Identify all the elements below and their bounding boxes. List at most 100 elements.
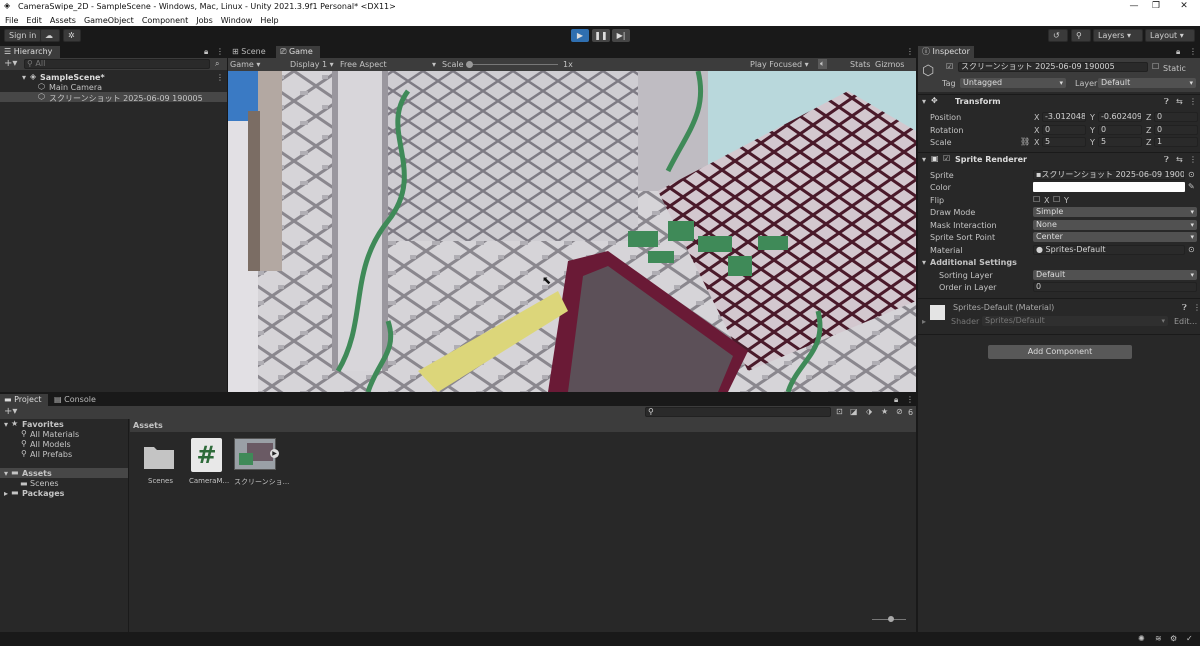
expand-arrow-icon[interactable]: ▾ (922, 155, 926, 164)
expand-arrow-icon[interactable]: ▾ (922, 97, 926, 106)
position-x-field[interactable]: -3.012048 (1042, 112, 1086, 122)
gizmos-button[interactable]: Gizmos (875, 60, 904, 69)
constrain-proportions-icon[interactable]: ⛓ (1020, 137, 1030, 146)
more-icon[interactable]: ⋮ (1189, 155, 1197, 164)
cloud-button[interactable]: ☁ (40, 29, 60, 42)
search-by-type-icon[interactable]: ⊡ (836, 408, 843, 416)
menu-jobs[interactable]: Jobs (196, 16, 213, 25)
lock-icon[interactable]: 🔒︎ (894, 396, 898, 404)
add-icon[interactable]: +▾ (4, 59, 17, 69)
tab-scene[interactable]: ⊞ Scene (228, 46, 274, 58)
position-y-field[interactable]: -0.602409 (1098, 112, 1142, 122)
layer-dropdown[interactable]: Default (1098, 78, 1196, 88)
material-field[interactable]: ● Sprites-Default (1033, 245, 1185, 255)
search-button[interactable]: ⚲ (1071, 29, 1091, 42)
tag-dropdown[interactable]: Untagged (960, 78, 1066, 88)
tab-hierarchy[interactable]: ☰ Hierarchy (0, 46, 60, 58)
shader-dropdown[interactable]: Sprites/Default (982, 316, 1168, 326)
stats-button[interactable]: Stats (850, 60, 870, 69)
hierarchy-item-main-camera[interactable]: ⬡ Main Camera (0, 82, 227, 92)
preset-icon[interactable]: ⇆ (1176, 155, 1183, 164)
hidden-packages-icon[interactable]: ⊘ (896, 408, 903, 416)
expand-arrow-icon[interactable]: ▸ (922, 317, 926, 326)
tab-project[interactable]: ▬ Project (0, 394, 48, 406)
sprite-field[interactable]: ▪スクリーンショット 2025-06-09 190005 (1033, 170, 1185, 180)
expand-arrow-icon[interactable]: ▸ (4, 489, 8, 498)
favorite-item[interactable]: All Materials (30, 430, 79, 439)
flip-y-checkbox[interactable]: ☐ (1053, 195, 1060, 204)
settings-icon[interactable]: ⚙ (1170, 635, 1177, 643)
folder-row-assets[interactable]: ▾ ▬ Assets (0, 468, 128, 478)
active-checkbox[interactable]: ☑ (946, 63, 953, 71)
help-icon[interactable]: ❓︎ (1164, 97, 1169, 107)
asset-item[interactable]: # CameraM... (186, 438, 229, 491)
scene-menu-icon[interactable]: ⋮ (216, 73, 224, 82)
object-picker-icon[interactable]: ⊙ (1188, 170, 1195, 179)
search-by-label-icon[interactable]: ◪ (850, 408, 858, 416)
step-button[interactable]: ▶| (612, 29, 630, 42)
filter-icon[interactable]: ⌕ (215, 60, 219, 68)
component-enabled-checkbox[interactable]: ☑ (943, 154, 950, 163)
help-icon[interactable]: ❓︎ (1182, 303, 1187, 313)
object-name-field[interactable]: スクリーンショット 2025-06-09 190005 (958, 62, 1148, 72)
scale-x-field[interactable]: 5 (1042, 137, 1086, 147)
hierarchy-scene-row[interactable]: ▾ ◈ SampleScene* ⋮ (0, 72, 227, 82)
layout-dropdown[interactable]: Layout ▾ (1145, 29, 1195, 42)
more-icon[interactable]: ⋮ (216, 48, 224, 56)
more-icon[interactable]: ⋮ (906, 48, 914, 56)
favorite-item[interactable]: All Prefabs (30, 450, 72, 459)
more-icon[interactable]: ⋮ (1189, 97, 1197, 106)
display-dropdown[interactable]: Display 1 ▾ (290, 60, 334, 69)
favorites-label[interactable]: Favorites (22, 420, 64, 429)
game-mode-dropdown[interactable]: Game ▾ (230, 60, 260, 69)
breadcrumb-assets[interactable]: Assets (133, 421, 163, 430)
position-z-field[interactable]: 0 (1154, 112, 1198, 122)
minimize-button[interactable]: — (1128, 1, 1140, 11)
mute-audio-icon[interactable]: 🔈︎ (818, 59, 827, 69)
menu-window[interactable]: Window (221, 16, 253, 25)
tab-game[interactable]: ⎚ Game (276, 46, 320, 58)
menu-assets[interactable]: Assets (50, 16, 76, 25)
rotation-y-field[interactable]: 0 (1098, 125, 1142, 135)
favorite-item[interactable]: All Models (30, 440, 71, 449)
maximize-button[interactable]: ❐ (1150, 1, 1162, 11)
cache-server-icon[interactable]: ≋ (1155, 635, 1162, 643)
collab-button[interactable]: ✲ (63, 29, 81, 42)
checkmark-icon[interactable]: ✓ (1186, 635, 1193, 643)
close-button[interactable]: ✕ (1178, 1, 1190, 11)
thumbnail-size-slider-handle[interactable] (888, 616, 894, 622)
static-checkbox[interactable]: ☐ (1152, 63, 1159, 71)
game-render-view[interactable]: ⬉ (228, 71, 916, 392)
play-focused-dropdown[interactable]: Play Focused ▾ (750, 60, 809, 69)
packages-folder-label[interactable]: Packages (22, 489, 64, 498)
rotation-x-field[interactable]: 0 (1042, 125, 1086, 135)
hierarchy-search-input[interactable]: ⚲ All (24, 59, 210, 69)
sprite-sort-point-dropdown[interactable]: Center (1033, 232, 1197, 242)
mask-interaction-dropdown[interactable]: None (1033, 220, 1197, 230)
tab-inspector[interactable]: ⓘ Inspector (918, 46, 974, 58)
scale-slider[interactable] (466, 61, 558, 68)
additional-settings-foldout[interactable]: Additional Settings (930, 258, 1017, 267)
rotation-z-field[interactable]: 0 (1154, 125, 1198, 135)
expand-arrow-icon[interactable]: ▾ (922, 258, 926, 267)
more-icon[interactable]: ⋮ (906, 396, 914, 404)
favorite-star-icon[interactable]: ★ (881, 408, 888, 416)
add-component-button[interactable]: Add Component (988, 345, 1132, 359)
menu-edit[interactable]: Edit (26, 16, 42, 25)
transform-header[interactable]: ▾ ✥ Transform ❓︎ ⇆ ⋮ (918, 95, 1200, 108)
hierarchy-item-screenshot[interactable]: ⬡ スクリーンショット 2025-06-09 190005 (0, 92, 227, 103)
pause-button[interactable]: ❚❚ (592, 29, 610, 42)
shader-edit-button[interactable]: Edit... (1174, 317, 1197, 326)
scale-slider-handle[interactable] (466, 61, 473, 68)
draw-mode-dropdown[interactable]: Simple (1033, 207, 1197, 217)
folder-item-scenes[interactable]: Scenes (30, 479, 59, 488)
expand-sprite-icon[interactable]: ▶ (270, 449, 279, 458)
expand-arrow-icon[interactable]: ▾ (4, 469, 8, 478)
object-picker-icon[interactable]: ⊙ (1188, 245, 1195, 254)
help-icon[interactable]: ❓︎ (1164, 155, 1169, 165)
add-icon[interactable]: +▾ (4, 407, 17, 417)
tab-console[interactable]: ▤ Console (50, 394, 100, 406)
preset-icon[interactable]: ⇆ (1176, 97, 1183, 106)
scale-z-field[interactable]: 1 (1154, 137, 1198, 147)
menu-file[interactable]: File (5, 16, 18, 25)
